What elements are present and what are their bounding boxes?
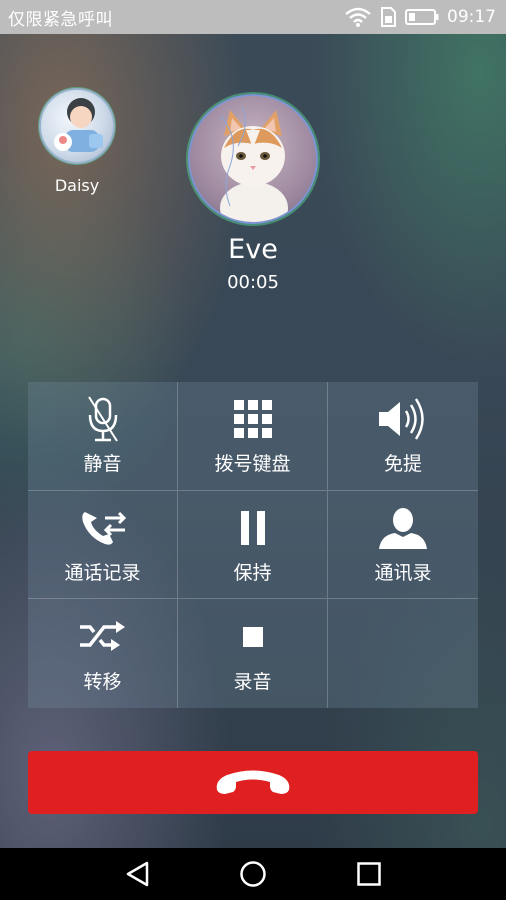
contacts-button[interactable]: 通讯录 bbox=[328, 491, 478, 600]
transfer-label: 转移 bbox=[83, 671, 122, 694]
cat-photo bbox=[219, 105, 288, 222]
caller-name: Eve bbox=[228, 234, 278, 265]
mute-button[interactable]: 静音 bbox=[28, 382, 178, 491]
record-label: 录音 bbox=[233, 671, 272, 694]
avatar[interactable] bbox=[39, 88, 115, 164]
clock: 09:17 bbox=[447, 7, 496, 27]
dialpad-button[interactable]: 拨号键盘 bbox=[178, 382, 328, 491]
navigation-bar bbox=[0, 848, 506, 900]
recents-icon[interactable] bbox=[356, 861, 382, 887]
home-icon[interactable] bbox=[239, 860, 267, 888]
call-actions-grid: 静音 拨号键盘 免提 通话记录 保持 通讯录 转移 录音 bbox=[28, 382, 478, 708]
status-icons: 09:17 bbox=[345, 7, 496, 27]
pause-icon bbox=[240, 510, 265, 545]
empty-cell bbox=[328, 599, 478, 708]
hold-label: 保持 bbox=[233, 561, 272, 584]
contacts-label: 通讯录 bbox=[374, 561, 432, 584]
hold-button[interactable]: 保持 bbox=[178, 490, 328, 600]
mute-mic-icon bbox=[87, 396, 118, 442]
battery-icon bbox=[405, 9, 439, 25]
wifi-icon bbox=[345, 7, 371, 27]
call-log-button[interactable]: 通话记录 bbox=[28, 490, 178, 600]
secondary-contact[interactable]: Daisy bbox=[38, 88, 116, 195]
sim-icon bbox=[381, 7, 396, 27]
transfer-icon bbox=[79, 621, 125, 652]
contacts-icon bbox=[379, 507, 427, 549]
call-log-icon bbox=[81, 511, 126, 545]
speaker-label: 免提 bbox=[383, 453, 422, 476]
dialpad-icon bbox=[233, 400, 272, 439]
hangup-icon bbox=[216, 770, 290, 794]
call-log-label: 通话记录 bbox=[64, 561, 141, 584]
transfer-button[interactable]: 转移 bbox=[28, 599, 178, 708]
record-icon bbox=[242, 627, 263, 648]
caller-avatar bbox=[188, 94, 318, 224]
carrier-text: 仅限紧急呼叫 bbox=[8, 9, 113, 30]
speaker-button[interactable]: 免提 bbox=[328, 382, 478, 491]
secondary-contact-name: Daisy bbox=[54, 176, 100, 195]
back-icon[interactable] bbox=[124, 860, 150, 888]
avatar-illustration bbox=[54, 98, 103, 152]
mute-label: 静音 bbox=[83, 453, 122, 476]
status-bar: 仅限紧急呼叫 09:17 bbox=[0, 0, 506, 34]
call-duration: 00:05 bbox=[227, 272, 279, 293]
record-button[interactable]: 录音 bbox=[178, 599, 328, 708]
end-call-button[interactable] bbox=[28, 751, 478, 814]
speaker-icon bbox=[379, 398, 424, 441]
dialpad-label: 拨号键盘 bbox=[214, 453, 291, 476]
